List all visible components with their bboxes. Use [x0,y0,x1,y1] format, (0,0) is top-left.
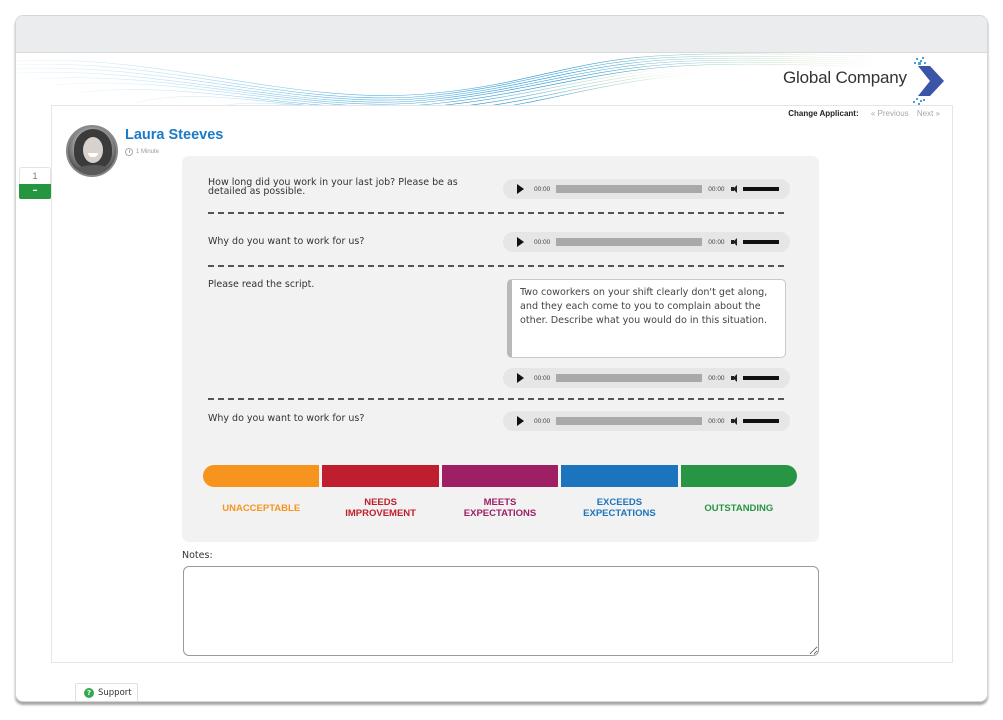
play-icon[interactable] [517,416,524,426]
next-applicant-link[interactable]: Next » [917,109,940,118]
volume-icon[interactable] [730,238,739,246]
help-icon: ? [84,687,94,698]
rating-labels: UNACCEPTABLE NEEDS IMPROVEMENT MEETS EXPEC… [203,496,797,520]
volume-icon[interactable] [730,417,739,425]
question-text: How long did you work in your last job? … [208,177,458,197]
question-text: Please read the script. [208,279,315,290]
play-icon[interactable] [517,184,524,194]
notes-textarea[interactable] [183,566,819,656]
change-applicant-nav: Change Applicant: « Previous Next » [788,109,940,118]
rating-bar [203,465,798,487]
support-button[interactable]: ? Support [75,683,138,701]
audio-player: 00:00 00:00 [503,411,790,431]
audio-player: 00:00 00:00 [503,179,790,199]
volume-slider[interactable] [742,376,779,380]
audio-current-time: 00:00 [534,374,551,382]
audio-duration: 00:00 [708,417,725,425]
change-applicant-label: Change Applicant: [788,109,859,118]
interview-panel: How long did you work in your last job? … [182,156,819,542]
audio-duration: 00:00 [708,374,725,382]
duration-text: 1 Minute [136,149,160,155]
volume-icon[interactable] [730,374,739,382]
audio-progress-track[interactable] [556,417,703,425]
question-text: Why do you want to work for us? [208,413,365,424]
script-box: Two coworkers on your shift clearly don'… [507,279,786,358]
app-window: Global Company Change Applicant: « Previ… [15,15,988,702]
company-name: Global Company [783,68,907,87]
question-divider [208,398,784,400]
volume-icon[interactable] [730,185,739,193]
question-text: Why do you want to work for us? [208,236,365,247]
question-divider [208,212,784,214]
volume-slider[interactable] [742,187,779,191]
audio-progress-track[interactable] [556,185,703,193]
clock-icon [125,148,133,156]
candidate-name: Laura Steeves [125,127,224,143]
audio-duration: 00:00 [708,185,725,193]
previous-applicant-link[interactable]: « Previous [871,109,909,118]
play-icon[interactable] [517,237,524,247]
question-divider [208,265,784,267]
rating-unacceptable[interactable] [203,465,320,487]
support-label: Support [98,687,132,698]
rating-label-unacceptable[interactable]: UNACCEPTABLE [203,496,319,520]
audio-player: 00:00 00:00 [503,368,790,388]
pager-number[interactable]: 1 [19,167,51,184]
company-logo-icon [913,57,944,105]
rating-label-needs-improvement[interactable]: NEEDS IMPROVEMENT [322,496,438,520]
rating-exceeds-expectations[interactable] [561,465,678,487]
duration-info: 1 Minute [125,148,159,156]
rating-meets-expectations[interactable] [441,465,559,487]
rating-outstanding[interactable] [680,465,798,487]
audio-current-time: 00:00 [534,185,551,193]
window-titlebar [16,16,987,53]
audio-current-time: 00:00 [534,417,551,425]
rating-label-exceeds-expectations[interactable]: EXCEEDS EXPECTATIONS [561,496,677,520]
play-icon[interactable] [517,373,524,383]
notes-label: Notes: [182,550,213,561]
rating-needs-improvement[interactable] [322,465,439,487]
rating-label-meets-expectations[interactable]: MEETS EXPECTATIONS [442,496,558,520]
collapse-button[interactable]: – [19,184,51,199]
audio-progress-track[interactable] [556,238,703,246]
audio-player: 00:00 00:00 [503,232,790,252]
audio-duration: 00:00 [708,238,725,246]
candidate-avatar [66,125,118,177]
rating-label-outstanding[interactable]: OUTSTANDING [681,496,797,520]
volume-slider[interactable] [742,240,779,244]
question-pager: 1 – [19,167,51,201]
audio-progress-track[interactable] [556,374,703,382]
volume-slider[interactable] [742,419,779,423]
audio-current-time: 00:00 [534,238,551,246]
